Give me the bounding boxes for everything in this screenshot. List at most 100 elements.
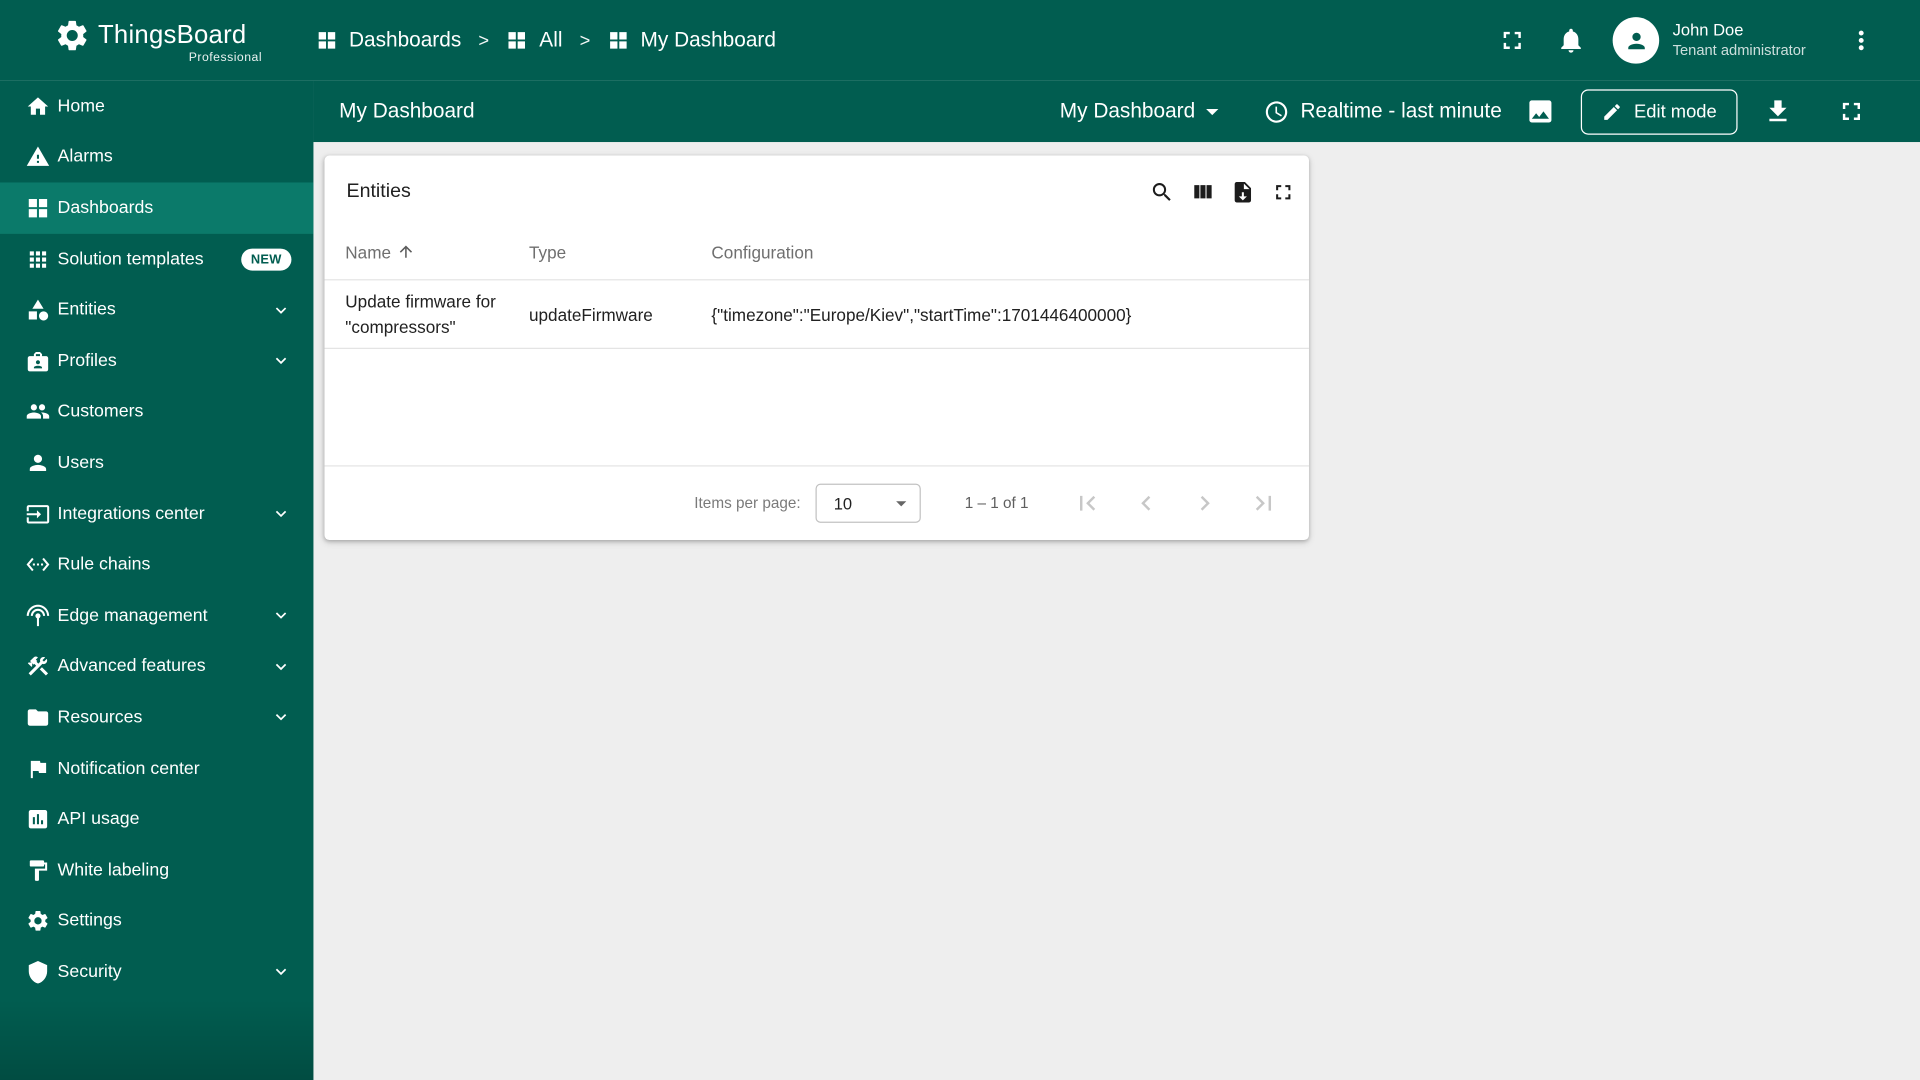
first-page-button[interactable] — [1058, 474, 1117, 533]
solution-templates-icon — [29, 250, 47, 268]
sidebar-item-resources[interactable]: Resources — [0, 692, 313, 743]
sidebar-item-settings[interactable]: Settings — [0, 896, 313, 947]
table-row[interactable]: Update firmware for "compressors" update… — [324, 280, 1309, 349]
widget-columns-button[interactable] — [1182, 172, 1222, 212]
previous-page-button[interactable] — [1117, 474, 1176, 533]
pencil-icon — [1604, 103, 1621, 120]
fullscreen-icon — [1503, 31, 1521, 49]
column-header-name[interactable]: Name — [345, 242, 529, 261]
sidebar-item-solution-templates[interactable]: Solution templates NEW — [0, 234, 313, 285]
next-page-button[interactable] — [1176, 474, 1235, 533]
sidebar-item-rule-chains[interactable]: Rule chains — [0, 539, 313, 590]
dashboard-image-button[interactable] — [1516, 87, 1565, 136]
chevron-down-icon — [275, 714, 287, 721]
widget-export-button[interactable] — [1222, 172, 1262, 212]
sidebar-item-advanced-features[interactable]: Advanced features — [0, 641, 313, 692]
more-menu-button[interactable] — [1837, 16, 1886, 65]
breadcrumb-separator: > — [478, 29, 490, 51]
user-menu[interactable]: John Doe Tenant administrator — [1673, 20, 1817, 61]
caret-down-icon — [1206, 108, 1219, 116]
search-icon — [1152, 183, 1171, 201]
widget-search-button[interactable] — [1141, 172, 1181, 212]
sidebar-item-users[interactable]: Users — [0, 437, 313, 488]
download-dashboard-button[interactable] — [1753, 87, 1802, 136]
sidebar-item-label: API usage — [57, 809, 140, 830]
column-label: Configuration — [711, 241, 814, 262]
dashboard-canvas: Entities Name Type Configuration Update … — [313, 142, 1920, 1080]
last-page-icon — [1255, 495, 1272, 511]
widget-title: Entities — [346, 181, 411, 203]
sidebar-item-profiles[interactable]: Profiles — [0, 335, 313, 386]
table-header-row: Name Type Configuration — [324, 224, 1309, 281]
fullscreen-icon — [1275, 185, 1290, 200]
dashboards-icon — [610, 32, 627, 49]
sidebar-item-dashboards[interactable]: Dashboards — [0, 182, 314, 234]
dashboard-toolbar: My Dashboard My Dashboard Realtime - las… — [313, 80, 1920, 143]
white-labeling-icon — [29, 860, 48, 881]
entities-widget: Entities Name Type Configuration Update … — [324, 155, 1309, 540]
thingsboard-logo[interactable]: ThingsBoard Professional — [54, 17, 262, 64]
dashboards-icon — [509, 32, 526, 49]
sidebar-item-label: Customers — [57, 402, 144, 422]
breadcrumb-my-dashboard[interactable]: My Dashboard — [607, 28, 776, 52]
sidebar-item-label: Security — [57, 962, 122, 982]
widget-fullscreen-button[interactable] — [1262, 172, 1302, 212]
dashboard-toolbar-actions: My Dashboard Realtime - last minute Edit… — [1060, 87, 1876, 136]
first-page-icon — [1079, 495, 1096, 511]
sidebar-item-entities[interactable]: Entities — [0, 285, 313, 336]
widget-actions — [1141, 172, 1303, 212]
fullscreen-button[interactable] — [1488, 16, 1537, 65]
export-file-icon — [1234, 182, 1251, 203]
chevron-down-icon — [275, 663, 287, 670]
sidebar-item-edge-management[interactable]: Edge management — [0, 590, 313, 641]
app-name: ThingsBoard — [97, 20, 247, 49]
sidebar-item-label: Advanced features — [57, 656, 206, 677]
sidebar-item-label: Edge management — [57, 605, 208, 626]
dashboard-fullscreen-button[interactable] — [1827, 87, 1876, 136]
breadcrumb: Dashboards > All > My Dashboard — [316, 28, 776, 52]
edit-mode-button[interactable]: Edit mode — [1581, 88, 1738, 135]
column-header-configuration[interactable]: Configuration — [711, 242, 1287, 262]
sidebar-item-alarms[interactable]: Alarms — [0, 132, 313, 183]
columns-icon — [1193, 185, 1212, 199]
sidebar-item-security[interactable]: Security — [0, 947, 313, 998]
edge-management-icon — [26, 604, 50, 626]
edit-mode-label: Edit mode — [1634, 101, 1717, 122]
sidebar-item-notification-center[interactable]: Notification center — [0, 743, 313, 794]
column-label: Type — [528, 241, 567, 262]
pager — [1058, 474, 1293, 533]
sidebar-item-label: Alarms — [57, 147, 113, 168]
chevron-down-icon — [275, 612, 287, 620]
dashboard-state-label: My Dashboard — [1059, 99, 1196, 123]
breadcrumb-dashboards[interactable]: Dashboards — [316, 28, 461, 52]
sidebar-item-integrations-center[interactable]: Integrations center — [0, 488, 313, 539]
timewindow-button[interactable]: Realtime - last minute — [1264, 99, 1502, 125]
sidebar-item-home[interactable]: Home — [0, 81, 313, 132]
cell-type: updateFirmware — [528, 304, 653, 324]
sidebar-item-customers[interactable]: Customers — [0, 386, 313, 437]
cell-name: Update firmware for "compressors" — [345, 291, 496, 337]
sidebar-item-white-labeling[interactable]: White labeling — [0, 845, 313, 896]
users-icon — [29, 454, 47, 471]
sidebar-item-label: Rule chains — [57, 554, 151, 575]
chevron-down-icon — [275, 969, 287, 976]
dashboard-state-select[interactable]: My Dashboard — [1060, 97, 1227, 126]
chevron-down-icon — [275, 357, 287, 365]
notifications-button[interactable] — [1547, 16, 1596, 65]
profiles-icon — [27, 351, 49, 372]
column-header-type[interactable]: Type — [529, 242, 711, 262]
items-per-page-select[interactable]: 10 — [815, 483, 921, 523]
security-icon — [28, 960, 48, 984]
page-title: My Dashboard — [339, 99, 475, 123]
chevron-right-icon — [1200, 495, 1210, 511]
last-page-button[interactable] — [1234, 474, 1293, 533]
chevron-left-icon — [1141, 495, 1151, 511]
breadcrumb-all[interactable]: All — [506, 28, 562, 52]
items-per-page-value: 10 — [833, 494, 853, 513]
sidebar-item-api-usage[interactable]: API usage — [0, 794, 313, 845]
avatar[interactable] — [1612, 17, 1660, 64]
sidebar-item-label: Solution templates — [57, 249, 204, 269]
settings-icon — [28, 911, 48, 931]
new-badge: NEW — [241, 248, 292, 271]
sidebar: Home Alarms Dashboards Solution templates NE… — [0, 80, 314, 1080]
